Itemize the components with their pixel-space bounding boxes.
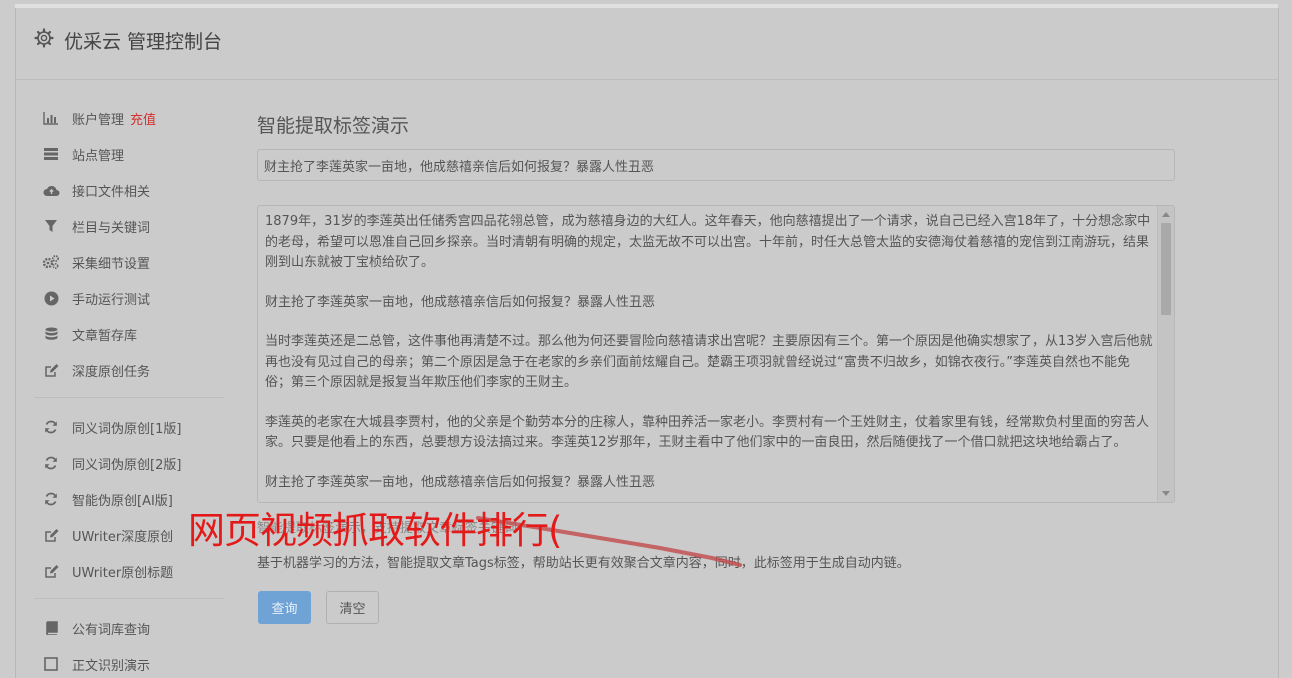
content-paragraph: 李莲英的老家在大城县李贾村，他的父亲是个勤劳本分的庄稼人，靠种田养活一家老小。李…: [265, 414, 1150, 451]
sidebar-item-uwriter-title[interactable]: UWriter原创标题: [42, 559, 173, 583]
sidebar-item-label: UWriter深度原创: [72, 529, 174, 545]
description-text: 基于机器学习的方法，智能提取文章Tags标签，帮助站长更有效聚合文章内容，同时，…: [257, 556, 910, 571]
sidebar-item-label: 接口文件相关: [72, 184, 151, 200]
sidebar-item-label: 站点管理: [72, 148, 125, 164]
sidebar-item-manual-run[interactable]: 手动运行测试: [42, 286, 150, 310]
book-icon: [42, 619, 60, 637]
server-icon: [42, 145, 60, 163]
sidebar-item-columns-keywords[interactable]: 栏目与关键词: [42, 214, 150, 238]
sidebar-item-label: 栏目与关键词: [72, 220, 151, 236]
content-paragraph: 财主抢了李莲英家一亩地，他成慈禧亲信后如何报复？暴露人性丑恶: [265, 474, 656, 490]
gear-icon: [34, 28, 54, 48]
content-paragraph: 1879年，31岁的李莲英出任储秀宫四品花翎总管，成为慈禧身边的大红人。这年春天…: [265, 214, 1151, 270]
sidebar-item-api-files[interactable]: 接口文件相关: [42, 178, 150, 202]
sidebar-item-label: UWriter原创标题: [72, 565, 174, 581]
sidebar-item-label: 文章暂存库: [72, 328, 138, 344]
sidebar-item-public-lexicon[interactable]: 公有词库查询: [42, 616, 150, 640]
sidebar-item-synonym-v1[interactable]: 同义词伪原创[1版]: [42, 415, 181, 439]
refresh-icon: [42, 418, 60, 436]
page-title: 智能提取标签演示: [257, 115, 410, 137]
app-title: 优采云 管理控制台: [64, 31, 223, 53]
watermark-text: 网页视频抓取软件排行(: [188, 509, 562, 552]
sidebar-item-label: 采集细节设置: [72, 256, 151, 272]
content-text: 1879年，31岁的李莲英出任储秀宫四品花翎总管，成为慈禧身边的大红人。这年春天…: [265, 212, 1153, 502]
edit-icon: [42, 526, 60, 544]
content-textarea[interactable]: 1879年，31岁的李莲英出任储秀宫四品花翎总管，成为慈禧身边的大红人。这年春天…: [257, 205, 1175, 503]
sidebar-item-label: 智能伪原创[AI版]: [72, 493, 173, 509]
sidebar-item-label: 正文识别演示: [72, 658, 151, 674]
content-paragraph: 当时李莲英还是二总管，这件事他再清楚不过。那么他为何还要冒险向慈禧请求出宫呢？主…: [265, 334, 1153, 390]
sidebar-item-ai-rewrite[interactable]: 智能伪原创[AI版]: [42, 487, 173, 511]
refresh-icon: [42, 490, 60, 508]
console-panel: 优采云 管理控制台 账户管理 充值 站点管理 接口文件相关 栏目与关键词 采集细…: [15, 8, 1279, 678]
sidebar-item-deep-original[interactable]: 深度原创任务: [42, 358, 150, 382]
content-paragraph: 财主抢了李莲英家一亩地，他成慈禧亲信后如何报复？暴露人性丑恶: [265, 294, 656, 310]
sidebar-item-text-recognition[interactable]: 正文识别演示: [42, 652, 150, 676]
square-icon: [42, 655, 60, 673]
scroll-thumb[interactable]: [1161, 223, 1171, 315]
sidebar-item-article-store[interactable]: 文章暂存库: [42, 322, 137, 346]
play-circle-icon: [42, 289, 60, 307]
sidebar-item-label: 深度原创任务: [72, 364, 151, 380]
sidebar-item-label: 同义词伪原创[2版]: [72, 457, 182, 473]
title-input[interactable]: [257, 149, 1175, 181]
sidebar-item-label: 手动运行测试: [72, 292, 151, 308]
sidebar-item-account[interactable]: 账户管理 充值: [42, 106, 156, 130]
edit-icon: [42, 562, 60, 580]
sidebar-item-label: 同义词伪原创[1版]: [72, 421, 182, 437]
query-button[interactable]: 查询: [258, 591, 311, 624]
clear-button[interactable]: 清空: [326, 591, 379, 624]
database-icon: [42, 325, 60, 343]
sidebar-item-label: 账户管理: [72, 112, 125, 128]
cloud-upload-icon: [42, 181, 60, 199]
bar-chart-icon: [42, 109, 60, 127]
sidebar-item-collect-settings[interactable]: 采集细节设置: [42, 250, 150, 274]
refresh-icon: [42, 454, 60, 472]
sidebar-divider: [34, 397, 224, 398]
filter-icon: [42, 217, 60, 235]
edit-icon: [42, 361, 60, 379]
textarea-scrollbar[interactable]: [1157, 206, 1174, 502]
cogs-icon: [42, 253, 60, 271]
scroll-down-arrow[interactable]: [1162, 491, 1170, 496]
recharge-link[interactable]: 充值: [130, 109, 156, 128]
scroll-up-arrow[interactable]: [1162, 212, 1170, 217]
sidebar-item-uwriter-deep[interactable]: UWriter深度原创: [42, 523, 173, 547]
sidebar-divider: [34, 598, 224, 599]
sidebar-item-sites[interactable]: 站点管理: [42, 142, 124, 166]
sidebar-item-label: 公有词库查询: [72, 622, 151, 638]
header: 优采云 管理控制台: [16, 8, 1278, 80]
sidebar-item-synonym-v2[interactable]: 同义词伪原创[2版]: [42, 451, 181, 475]
